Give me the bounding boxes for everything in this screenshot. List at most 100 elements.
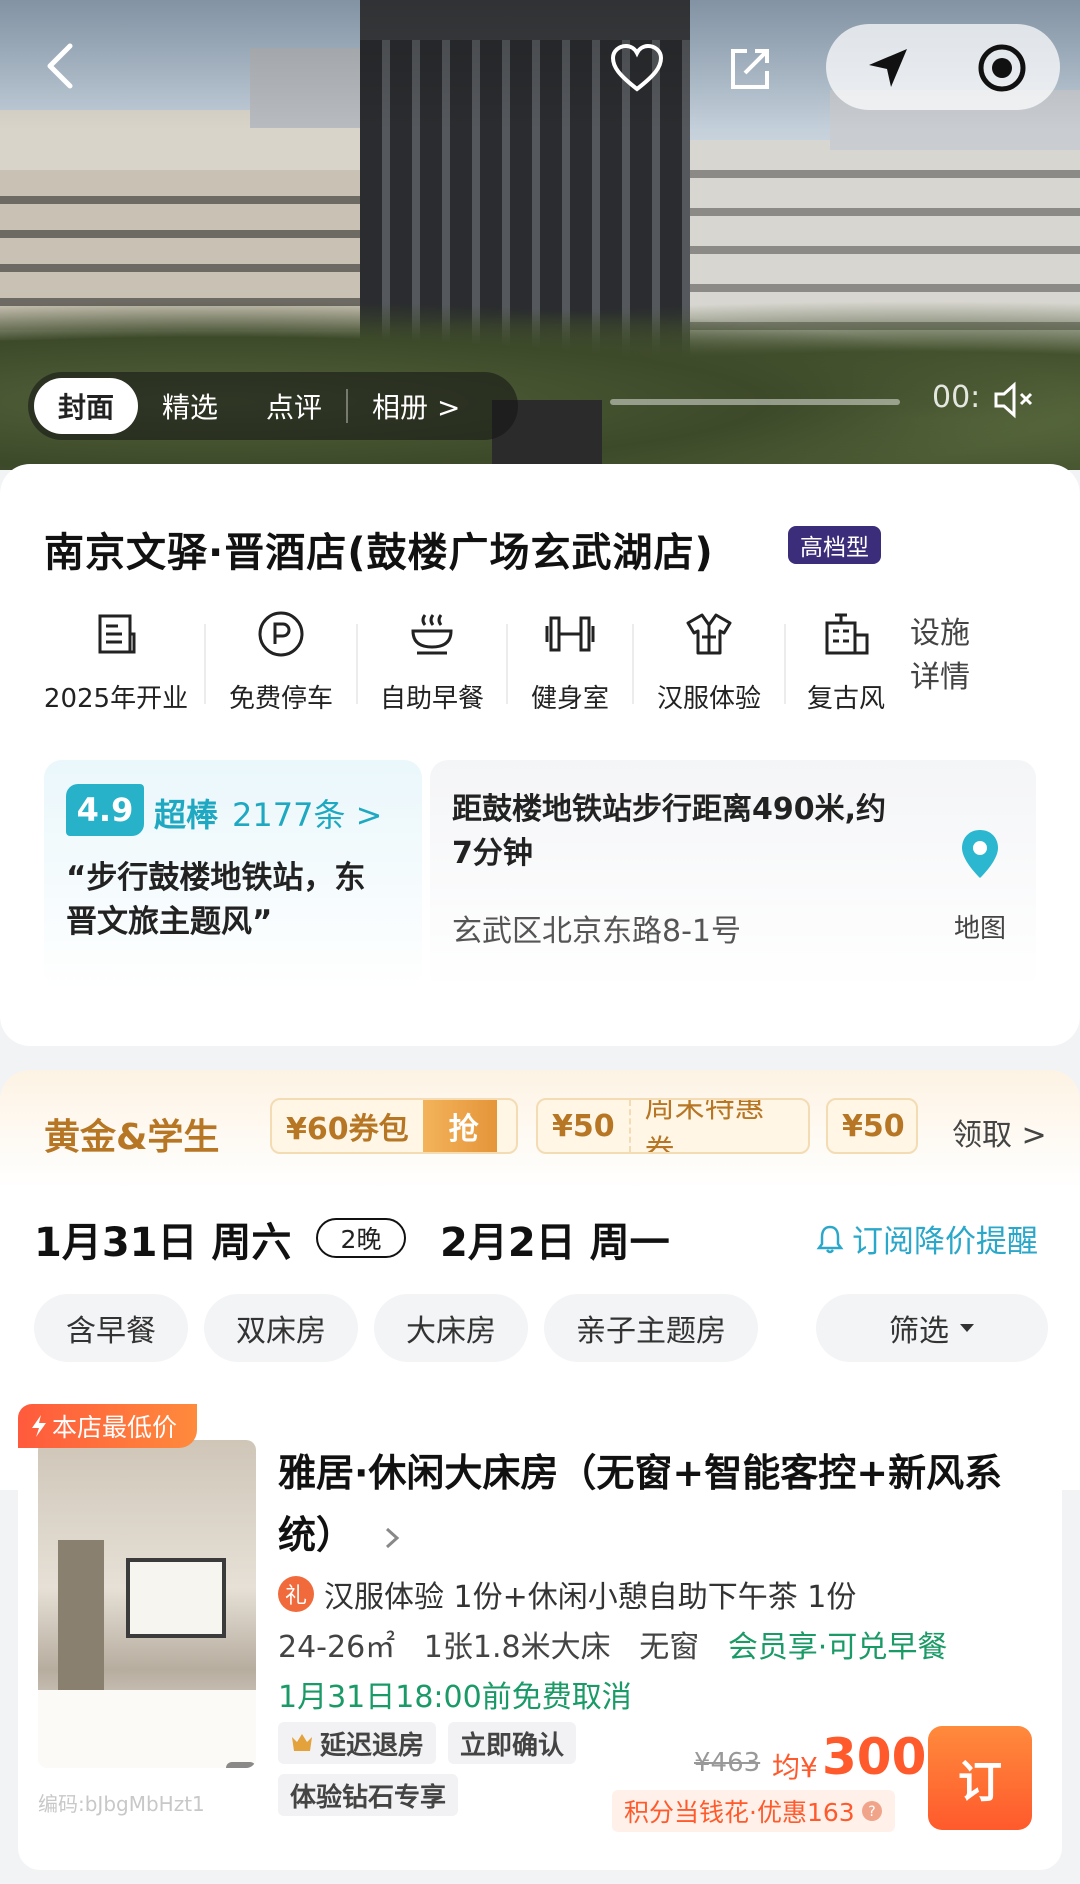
- book-button[interactable]: 订: [928, 1726, 1032, 1830]
- free-cancel: 1月31日18:00前免费取消: [278, 1680, 632, 1715]
- help-icon[interactable]: ?: [861, 1800, 883, 1822]
- facility-item: 2025年开业: [28, 604, 204, 715]
- score-level: 超棒: [154, 796, 219, 834]
- price: 300: [822, 1728, 927, 1786]
- hotel-info-card: 南京文驿·晋酒店(鼓楼广场玄武湖店) 高档型 2025年开业 免费停车 自助早餐: [0, 464, 1080, 1046]
- back-icon[interactable]: [30, 36, 90, 96]
- gift-icon: 礼: [278, 1576, 314, 1612]
- weekend-coupon[interactable]: ¥50 周末特惠券: [536, 1098, 810, 1154]
- hanfu-icon: [684, 608, 734, 660]
- review-summary[interactable]: 4.9 超棒 2177条 > “步行鼓楼地铁站，东晋文旅主题风”: [44, 760, 422, 990]
- promo-strip: 黄金&学生 ¥60券包 抢 ¥50 周末特惠券 ¥50 领取 >: [0, 1070, 1080, 1190]
- grab-button[interactable]: 抢: [422, 1100, 497, 1152]
- points-discount[interactable]: 积分当钱花·优惠163 ?: [612, 1790, 895, 1832]
- info-boxes-row: 4.9 超棒 2177条 > “步行鼓楼地铁站，东晋文旅主题风” 距鼓楼地铁站步…: [0, 760, 1080, 1020]
- mute-icon[interactable]: [990, 378, 1038, 422]
- metro-distance: 距鼓楼地铁站步行距离490米,约7分钟: [452, 792, 887, 871]
- photo-count: 4: [226, 1762, 256, 1768]
- gift-text: 汉服体验 1份+休闲小憩自助下午茶 1份: [324, 1580, 857, 1615]
- tab-album[interactable]: 相册 >: [348, 378, 484, 434]
- coupon-partial[interactable]: ¥50: [826, 1098, 918, 1154]
- late-checkout-label: 延迟退房: [320, 1730, 425, 1761]
- room-bed-type: 1张1.8米大床: [423, 1630, 611, 1665]
- price-alert-link[interactable]: 订阅降价提醒: [816, 1216, 1038, 1261]
- facility-label: 免费停车: [228, 684, 333, 714]
- original-price: ¥463: [694, 1748, 761, 1778]
- room-window: 无窗: [639, 1630, 700, 1665]
- chip-breakfast[interactable]: 含早餐: [34, 1294, 188, 1362]
- coupon-amount: ¥50: [552, 1108, 615, 1144]
- filter-button[interactable]: 筛选: [816, 1294, 1048, 1362]
- lowest-price-label: 本店最低价: [52, 1413, 178, 1442]
- chip-family-room[interactable]: 亲子主题房: [544, 1294, 758, 1362]
- instant-confirm-tag: 立即确认: [448, 1722, 577, 1764]
- diamond-exclusive-tag: 体验钻石专享: [278, 1774, 459, 1816]
- caret-down-icon: [960, 1324, 974, 1332]
- facility-item: 健身室: [508, 604, 632, 715]
- breakfast-icon: [407, 608, 457, 660]
- building-doc-icon: [94, 608, 138, 660]
- checkin-date[interactable]: 1月31日 周六: [34, 1210, 291, 1268]
- tab-featured[interactable]: 精选: [138, 378, 242, 434]
- facilities-detail-link[interactable]: 设施详情: [910, 612, 990, 700]
- tab-cover[interactable]: 封面: [34, 378, 139, 434]
- record-target-icon[interactable]: [970, 38, 1034, 98]
- room-specs: 24-26㎡ 1张1.8米大床 无窗 会员享·可兑早餐: [278, 1622, 947, 1666]
- filter-chips: 含早餐 双床房 大床房 亲子主题房: [34, 1294, 758, 1362]
- video-progress-bar[interactable]: [610, 399, 900, 405]
- chip-twin-room[interactable]: 双床房: [204, 1294, 358, 1362]
- hotel-name: 南京文驿·晋酒店(鼓楼广场玄武湖店): [44, 530, 714, 576]
- share-icon[interactable]: [720, 38, 780, 98]
- price-alert-label: 订阅降价提醒: [852, 1224, 1038, 1260]
- video-time: 00:: [932, 380, 981, 415]
- room-door: [58, 1540, 104, 1690]
- review-count-link[interactable]: 2177条 >: [232, 790, 382, 836]
- svg-text:?: ?: [868, 1804, 875, 1820]
- room-code: 编码:bJbgMbHzt1: [38, 1792, 205, 1816]
- promo-title: 黄金&学生: [44, 1117, 220, 1158]
- facility-item: 免费停车: [206, 604, 356, 715]
- checkout-date[interactable]: 2月2日 周一: [440, 1210, 670, 1268]
- map-label[interactable]: 地图: [954, 908, 1006, 945]
- facility-label: 复古风: [806, 684, 885, 714]
- room-bed: [38, 1690, 256, 1768]
- room-card[interactable]: 本店最低价 4 编码:bJbgMbHzt1 雅居·休闲大床房（无窗+智能客控+新…: [18, 1404, 1062, 1870]
- lowest-price-tag: 本店最低价: [18, 1404, 198, 1448]
- coupon-pack[interactable]: ¥60券包 抢: [270, 1098, 518, 1154]
- crown-icon: [292, 1734, 312, 1751]
- review-quote: “步行鼓楼地铁站，东晋文旅主题风”: [66, 860, 366, 940]
- filter-label: 筛选: [889, 1314, 949, 1349]
- lightning-icon: [32, 1415, 46, 1437]
- parking-icon: [257, 608, 305, 660]
- facilities-row[interactable]: 2025年开业 免费停车 自助早餐 健身室 汉服体验 复古风: [28, 604, 1058, 724]
- facility-item: 复古风: [786, 604, 906, 715]
- location-summary[interactable]: 距鼓楼地铁站步行距离490米,约7分钟 玄武区北京东路8-1号 地图: [430, 760, 1036, 990]
- navigate-arrow-icon[interactable]: [858, 40, 918, 96]
- chip-king-room[interactable]: 大床房: [374, 1294, 528, 1362]
- avg-price-prefix: 均¥: [772, 1751, 818, 1784]
- chevron-right-icon: [386, 1527, 400, 1548]
- points-label: 积分当钱花·优惠163: [624, 1798, 855, 1827]
- nights-badge: 2晚: [316, 1218, 406, 1258]
- facility-label: 2025年开业: [43, 684, 189, 714]
- room-photo[interactable]: 4: [38, 1440, 256, 1768]
- facility-label: 汉服体验: [656, 684, 761, 714]
- facility-label: 健身室: [530, 684, 609, 714]
- late-checkout-tag: 延迟退房: [278, 1722, 437, 1764]
- coupon-amount: ¥50: [842, 1108, 905, 1144]
- room-area: 24-26㎡: [278, 1630, 396, 1665]
- hero-tabs: 封面 精选 点评 相册 >: [28, 372, 518, 440]
- tier-badge: 高档型: [788, 526, 881, 564]
- member-benefit: 会员享·可兑早餐: [727, 1630, 948, 1665]
- map-pin-icon[interactable]: [958, 828, 1002, 884]
- facility-item: 自助早餐: [358, 604, 506, 715]
- hotel-address: 玄武区北京东路8-1号: [452, 914, 741, 949]
- tab-reviews[interactable]: 点评: [242, 378, 346, 434]
- bell-icon: [816, 1225, 844, 1253]
- favorite-heart-icon[interactable]: [604, 38, 670, 98]
- room-tv: [126, 1558, 226, 1638]
- room-name[interactable]: 雅居·休闲大床房（无窗+智能客控+新风系统）: [278, 1442, 1038, 1566]
- facility-label: 自助早餐: [379, 684, 484, 714]
- gift-line: 礼 汉服体验 1份+休闲小憩自助下午茶 1份: [278, 1572, 856, 1616]
- claim-link[interactable]: 领取 >: [952, 1110, 1047, 1154]
